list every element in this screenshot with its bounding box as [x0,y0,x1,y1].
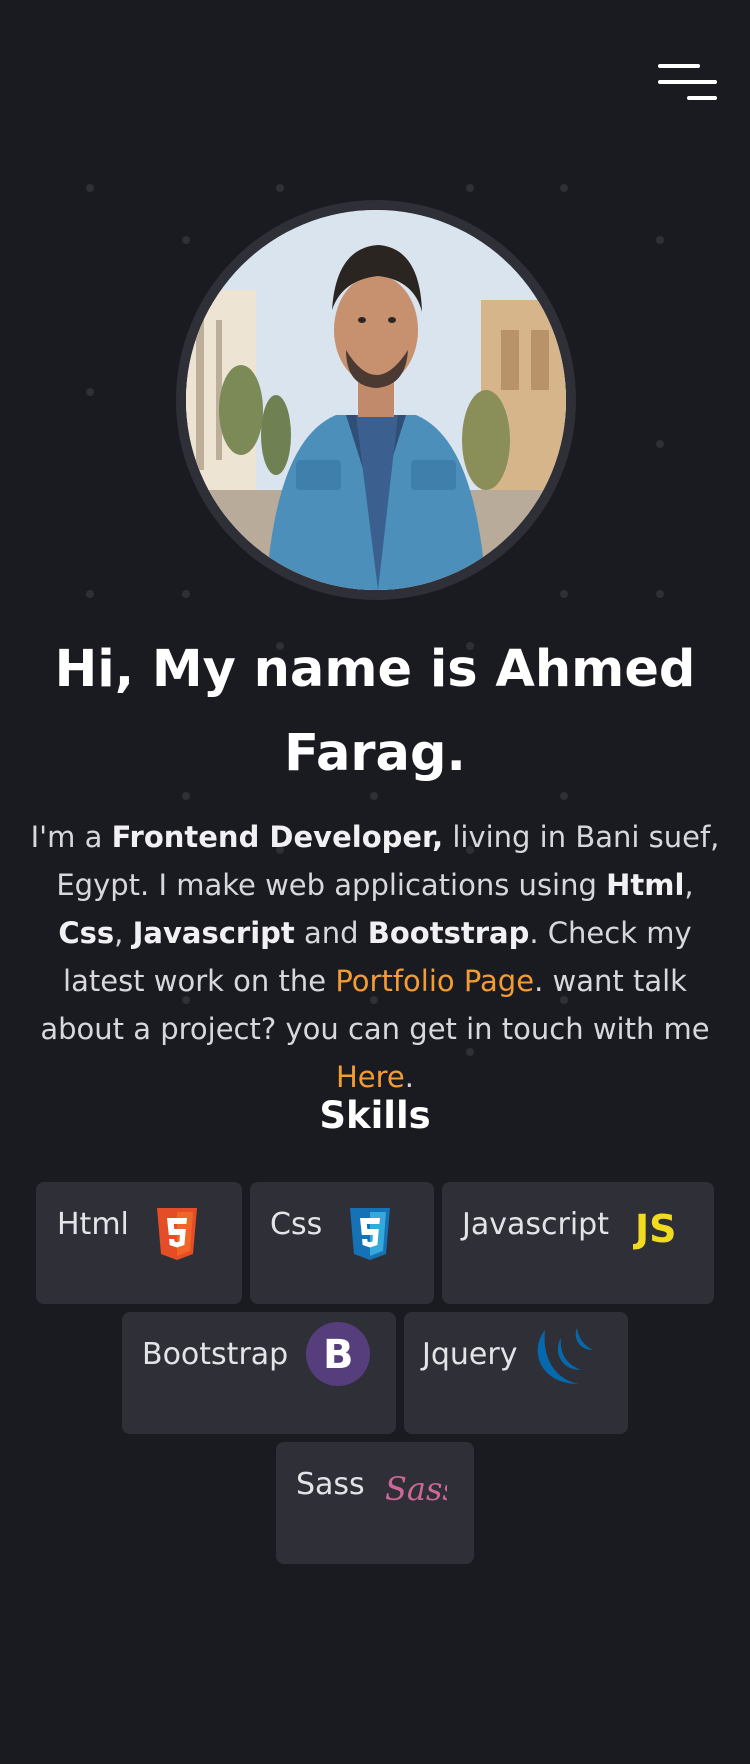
menu-button[interactable] [655,64,717,104]
role-text: Frontend Developer, [111,820,444,854]
skill-label: Html [57,1207,129,1242]
jquery-icon [538,1328,594,1384]
skill-card-jquery: Jquery [404,1312,628,1434]
javascript-icon: JS [633,1207,677,1251]
skill-card-javascript: Javascript JS [442,1182,714,1304]
avatar-frame [176,200,576,600]
skill-label: Bootstrap [142,1337,289,1372]
skill-label: Jquery [422,1337,518,1372]
skill-card-css: Css [250,1182,434,1304]
page-title: Hi, My name is Ahmed Farag. [54,640,696,783]
skill-label: Css [270,1207,323,1242]
skill-mention-css: Css [58,916,115,950]
skill-mention-html: Html [606,868,685,902]
contact-link[interactable]: Here [336,1060,405,1094]
svg-text:B: B [323,1332,354,1378]
intro-segment: , [684,868,694,902]
menu-line-icon [658,64,700,68]
intro-segment: I'm a [30,820,112,854]
skill-card-sass: Sass Sass [276,1442,474,1564]
menu-line-icon [658,80,717,84]
sass-icon: Sass [385,1470,447,1508]
skill-card-html: Html [36,1182,242,1304]
portfolio-link[interactable]: Portfolio Page [335,964,534,998]
skill-mention-javascript: Javascript [132,916,295,950]
skills-heading: Skills [319,1094,431,1137]
menu-line-icon [687,96,717,100]
bootstrap-icon: B [306,1322,371,1386]
skill-card-bootstrap: Bootstrap B [122,1312,396,1434]
avatar [186,210,566,590]
intro-segment: , [114,916,133,950]
svg-text:Sass: Sass [385,1470,447,1508]
css3-icon [350,1208,391,1260]
skill-label: Javascript [462,1207,609,1242]
skill-mention-bootstrap: Bootstrap [367,916,530,950]
profile-photo [186,210,566,590]
skill-label: Sass [296,1467,365,1502]
html5-icon [156,1208,197,1260]
svg-text:JS: JS [633,1207,677,1251]
intro-text: I'm a Frontend Developer, living in Bani… [28,813,722,1101]
intro-segment: . [404,1060,414,1094]
intro-segment: and [294,916,368,950]
